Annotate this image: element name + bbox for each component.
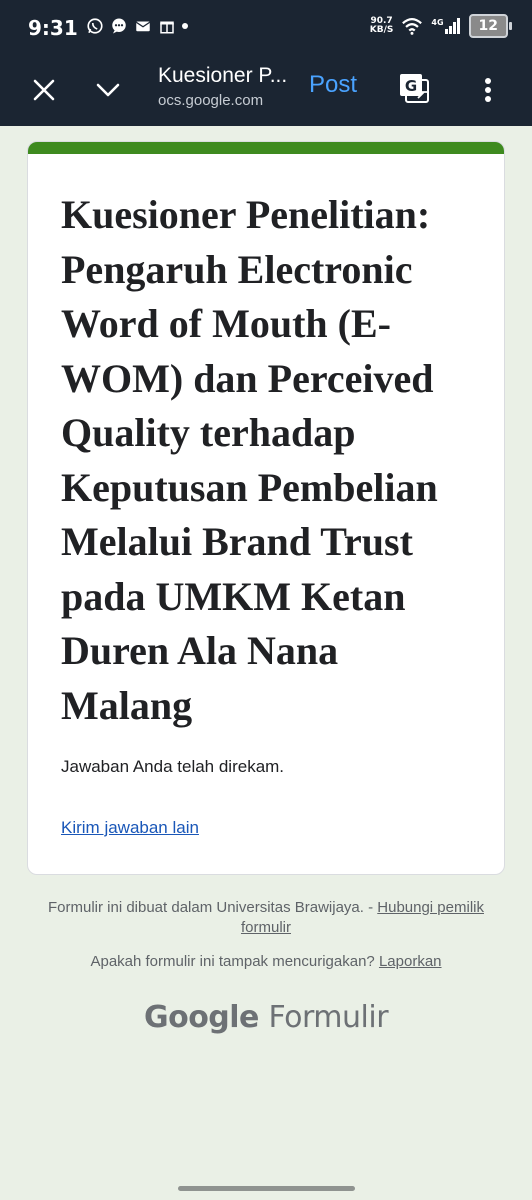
chevron-down-icon[interactable] bbox=[90, 72, 126, 108]
battery-indicator: 12 bbox=[468, 14, 513, 38]
close-icon[interactable] bbox=[26, 72, 62, 108]
form-title: Kuesioner Penelitian: Pengaruh Electroni… bbox=[61, 192, 438, 728]
status-bar: 9:31 90.7 KB/S 4G 12 bbox=[0, 0, 532, 56]
google-forms-logo[interactable]: Google Formulir bbox=[0, 1000, 532, 1035]
network-speed: 90.7 KB/S bbox=[369, 16, 394, 35]
form-response-card: Kuesioner Penelitian: Pengaruh Electroni… bbox=[27, 141, 505, 875]
more-notifications-dot-icon bbox=[182, 23, 188, 29]
gesture-home-bar[interactable] bbox=[178, 1186, 355, 1191]
wifi-icon bbox=[402, 18, 423, 35]
report-link[interactable]: Laporkan bbox=[379, 953, 442, 970]
submit-another-response-link[interactable]: Kirim jawaban lain bbox=[61, 818, 199, 838]
signal-bars-icon bbox=[444, 18, 460, 34]
footer-created-by: Formulir ini dibuat dalam Universitas Br… bbox=[47, 899, 484, 936]
svg-text:G: G bbox=[405, 77, 417, 95]
page-title: Kuesioner P... bbox=[158, 64, 288, 87]
mail-icon bbox=[135, 21, 151, 32]
notification-icons bbox=[86, 17, 188, 35]
gift-icon bbox=[160, 21, 174, 34]
footer-report: Apakah formulir ini tampak mencurigakan?… bbox=[90, 953, 442, 970]
custom-tab-toolbar: Kuesioner P... ocs.google.com Post G bbox=[0, 56, 532, 126]
status-right: 90.7 KB/S 4G 12 bbox=[369, 14, 513, 38]
status-time: 9:31 bbox=[28, 16, 78, 40]
chat-bubble-icon bbox=[112, 18, 126, 34]
response-recorded-text: Jawaban Anda telah direkam. bbox=[61, 757, 285, 776]
page-title-area[interactable]: Kuesioner P... ocs.google.com bbox=[158, 64, 298, 109]
whatsapp-icon bbox=[87, 18, 103, 34]
card-accent-bar bbox=[28, 142, 504, 154]
more-options-icon[interactable] bbox=[474, 72, 502, 108]
network-type: 4G bbox=[431, 18, 444, 27]
translate-icon[interactable]: G bbox=[396, 70, 436, 110]
page-url: ocs.google.com bbox=[158, 92, 264, 109]
post-button[interactable]: Post bbox=[309, 71, 357, 99]
cellular-signal: 4G bbox=[431, 18, 460, 34]
